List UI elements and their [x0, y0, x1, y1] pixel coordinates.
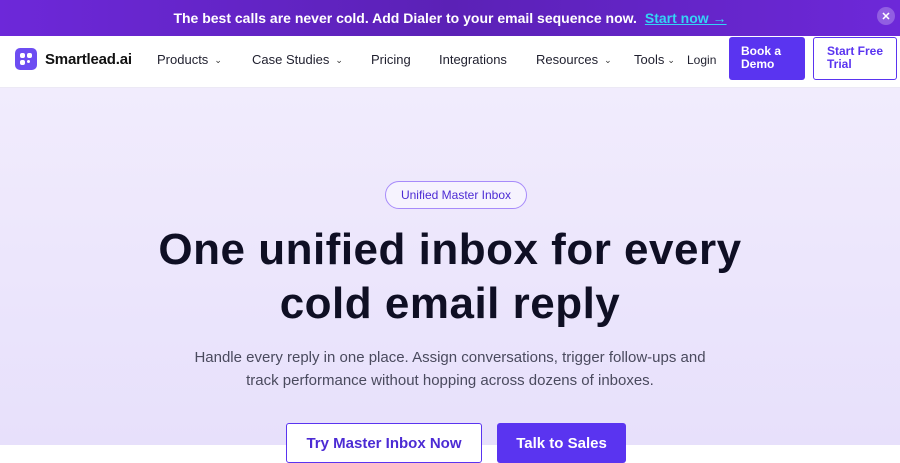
logo-text: Smartlead.ai	[45, 50, 132, 68]
hero-title: One unified inbox for every cold email r…	[0, 223, 900, 331]
hero-subtitle-line-2: track performance without hopping across…	[246, 372, 654, 389]
hero-subtitle-line-1: Handle every reply in one place. Assign …	[194, 349, 706, 366]
book-demo-button[interactable]: Book a Demo	[729, 37, 805, 80]
nav-item-products[interactable]: Products ⌄	[157, 52, 222, 67]
banner-start-now-link[interactable]: Start now →	[645, 10, 727, 26]
nav-item-tools[interactable]: Tools ⌄	[634, 52, 675, 67]
nav-item-label: Products	[157, 52, 209, 67]
nav-item-label: Pricing	[371, 52, 411, 67]
start-free-trial-button[interactable]: Start Free Trial	[813, 37, 897, 80]
banner-message: The best calls are never cold. Add Diale…	[173, 10, 637, 26]
nav-item-label: Case Studies	[252, 52, 330, 67]
nav-item-resources[interactable]: Resources ⌄	[536, 52, 612, 67]
top-navbar: Smartlead.ai Products ⌄ Case Studies ⌄ Pri…	[0, 36, 900, 88]
logo[interactable]: Smartlead.ai	[15, 48, 132, 70]
hero-subtitle: Handle every reply in one place. Assign …	[0, 346, 900, 392]
nav-item-label: Integrations	[439, 52, 507, 67]
hero-section: Unified Master Inbox One unified inbox f…	[0, 88, 900, 463]
chevron-down-icon: ⌄	[335, 55, 343, 65]
close-icon[interactable]: ✕	[877, 7, 895, 25]
nav-item-integrations[interactable]: Integrations	[439, 52, 507, 67]
login-link[interactable]: Login	[687, 53, 716, 67]
try-master-inbox-button[interactable]: Try Master Inbox Now	[286, 423, 482, 463]
section-badge: Unified Master Inbox	[385, 181, 527, 209]
smartlead-logo-icon	[15, 48, 37, 70]
chevron-down-icon: ⌄	[214, 55, 222, 65]
talk-to-sales-button[interactable]: Talk to Sales	[497, 423, 626, 463]
nav-item-label: Resources	[536, 52, 599, 67]
nav-item-label: Tools	[634, 52, 665, 67]
announcement-banner: The best calls are never cold. Add Diale…	[0, 0, 900, 36]
nav-item-case-studies[interactable]: Case Studies ⌄	[252, 52, 343, 67]
chevron-down-icon: ⌄	[604, 55, 612, 65]
hero-title-line-1: One unified inbox for every	[158, 225, 742, 274]
nav-item-pricing[interactable]: Pricing	[371, 52, 411, 67]
hero-title-line-2: cold email reply	[279, 279, 621, 328]
chevron-down-icon: ⌄	[667, 55, 675, 65]
